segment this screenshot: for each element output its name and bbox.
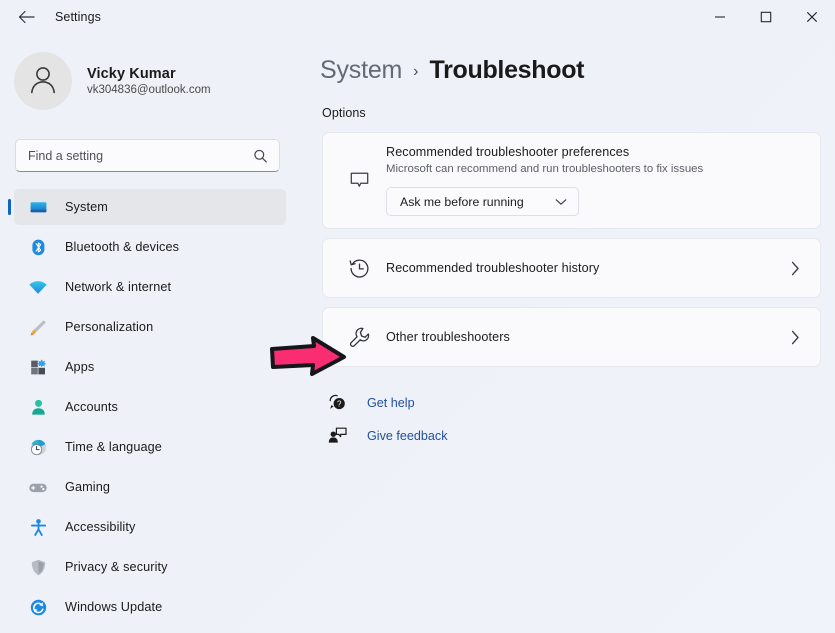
- card-title: Other troubleshooters: [386, 330, 510, 344]
- breadcrumb-root[interactable]: System: [320, 56, 402, 85]
- sidebar-item-label: Apps: [65, 360, 95, 374]
- account-email: vk304836@outlook.com: [87, 84, 211, 96]
- sidebar-item-label: Personalization: [65, 320, 154, 334]
- bluetooth-icon: [27, 237, 49, 257]
- page-title: Troubleshoot: [429, 56, 585, 84]
- sidebar-item-label: Network & internet: [65, 280, 172, 294]
- card-recommended-troubleshooter-history[interactable]: Recommended troubleshooter history: [322, 238, 821, 298]
- shield-icon: [27, 557, 49, 577]
- title-bar: Settings: [0, 0, 835, 33]
- search-icon[interactable]: [253, 148, 268, 163]
- card-title: Recommended troubleshooter history: [386, 261, 600, 275]
- maximize-icon: [760, 11, 772, 23]
- sidebar-item-network-internet[interactable]: Network & internet: [14, 269, 286, 305]
- section-title: Options: [322, 106, 366, 120]
- sidebar-item-label: Bluetooth & devices: [65, 240, 180, 254]
- sidebar-item-label: Privacy & security: [65, 560, 168, 574]
- breadcrumb: System › Troubleshoot: [320, 56, 835, 85]
- feedback-person-icon: [325, 426, 349, 445]
- chevron-right-icon: ›: [413, 63, 419, 80]
- wifi-icon: [27, 277, 49, 297]
- apps-grid-icon: [27, 357, 49, 377]
- dropdown-value: Ask me before running: [400, 194, 524, 209]
- sidebar-item-time-language[interactable]: Time & language: [14, 429, 286, 465]
- sidebar-item-windows-update[interactable]: Windows Update: [14, 589, 286, 625]
- account-name: Vicky Kumar: [87, 66, 176, 82]
- accessibility-person-icon: [27, 517, 49, 537]
- person-icon: [27, 397, 49, 417]
- card-subtitle: Microsoft can recommend and run troubles…: [386, 163, 704, 175]
- arrow-left-icon: [18, 10, 35, 24]
- clock-globe-icon: [27, 437, 49, 457]
- options-card-list: Recommended troubleshooter preferences M…: [322, 132, 821, 367]
- sidebar-item-privacy-security[interactable]: Privacy & security: [14, 549, 286, 585]
- monitor-icon: [27, 197, 49, 217]
- gamepad-icon: [27, 477, 49, 497]
- link-label: Give feedback: [367, 428, 448, 443]
- card-recommended-troubleshooter-preferences[interactable]: Recommended troubleshooter preferences M…: [322, 132, 821, 229]
- sidebar: Vicky Kumar vk304836@outlook.com Find a …: [0, 33, 300, 633]
- sidebar-item-system[interactable]: System: [8, 189, 286, 225]
- person-avatar-icon: [26, 62, 60, 101]
- sidebar-item-apps[interactable]: Apps: [14, 349, 286, 385]
- history-clock-icon: [342, 257, 376, 280]
- close-icon: [806, 11, 818, 23]
- chevron-right-icon: [791, 261, 800, 276]
- sidebar-item-label: Accessibility: [65, 520, 136, 534]
- sidebar-item-label: System: [65, 200, 108, 214]
- minimize-button[interactable]: [697, 0, 743, 33]
- settings-window: Settings Vicky Kumar vk304836@outlook.co…: [0, 0, 835, 633]
- update-refresh-icon: [27, 597, 49, 617]
- window-title: Settings: [55, 9, 101, 24]
- footer-links: ? Get help Give feedback: [322, 389, 835, 449]
- get-help-link[interactable]: ? Get help: [322, 389, 835, 416]
- chat-bubble-icon: [342, 169, 376, 192]
- svg-text:?: ?: [336, 400, 341, 409]
- card-other-troubleshooters[interactable]: Other troubleshooters: [322, 307, 821, 367]
- link-label: Get help: [367, 395, 415, 410]
- paintbrush-icon: [27, 317, 49, 337]
- chevron-down-icon: [555, 198, 567, 206]
- maximize-button[interactable]: [743, 0, 789, 33]
- sidebar-nav: System Bluetooth & devices Network & int…: [0, 189, 300, 625]
- sidebar-item-accounts[interactable]: Accounts: [14, 389, 286, 425]
- card-title: Recommended troubleshooter preferences: [386, 145, 630, 159]
- sidebar-item-bluetooth-devices[interactable]: Bluetooth & devices: [14, 229, 286, 265]
- sidebar-item-label: Windows Update: [65, 600, 163, 614]
- recommended-troubleshooter-preference-dropdown[interactable]: Ask me before running: [386, 187, 579, 216]
- give-feedback-link[interactable]: Give feedback: [322, 422, 835, 449]
- sidebar-item-gaming[interactable]: Gaming: [14, 469, 286, 505]
- sidebar-item-label: Accounts: [65, 400, 118, 414]
- back-button[interactable]: [6, 2, 46, 32]
- help-question-icon: ?: [325, 393, 349, 412]
- main-content: System › Troubleshoot Options Recommende…: [300, 33, 835, 633]
- account-card[interactable]: Vicky Kumar vk304836@outlook.com: [14, 52, 300, 110]
- sidebar-item-personalization[interactable]: Personalization: [14, 309, 286, 345]
- chevron-right-icon: [791, 330, 800, 345]
- search-input[interactable]: [16, 140, 279, 171]
- search-box[interactable]: [15, 139, 280, 172]
- selection-indicator: [8, 199, 11, 215]
- sidebar-item-label: Time & language: [65, 440, 162, 454]
- sidebar-item-label: Gaming: [65, 480, 111, 494]
- avatar: [14, 52, 72, 110]
- wrench-icon: [342, 326, 376, 349]
- minimize-icon: [714, 11, 726, 23]
- window-controls: [697, 0, 835, 33]
- sidebar-item-accessibility[interactable]: Accessibility: [14, 509, 286, 545]
- close-button[interactable]: [789, 0, 835, 33]
